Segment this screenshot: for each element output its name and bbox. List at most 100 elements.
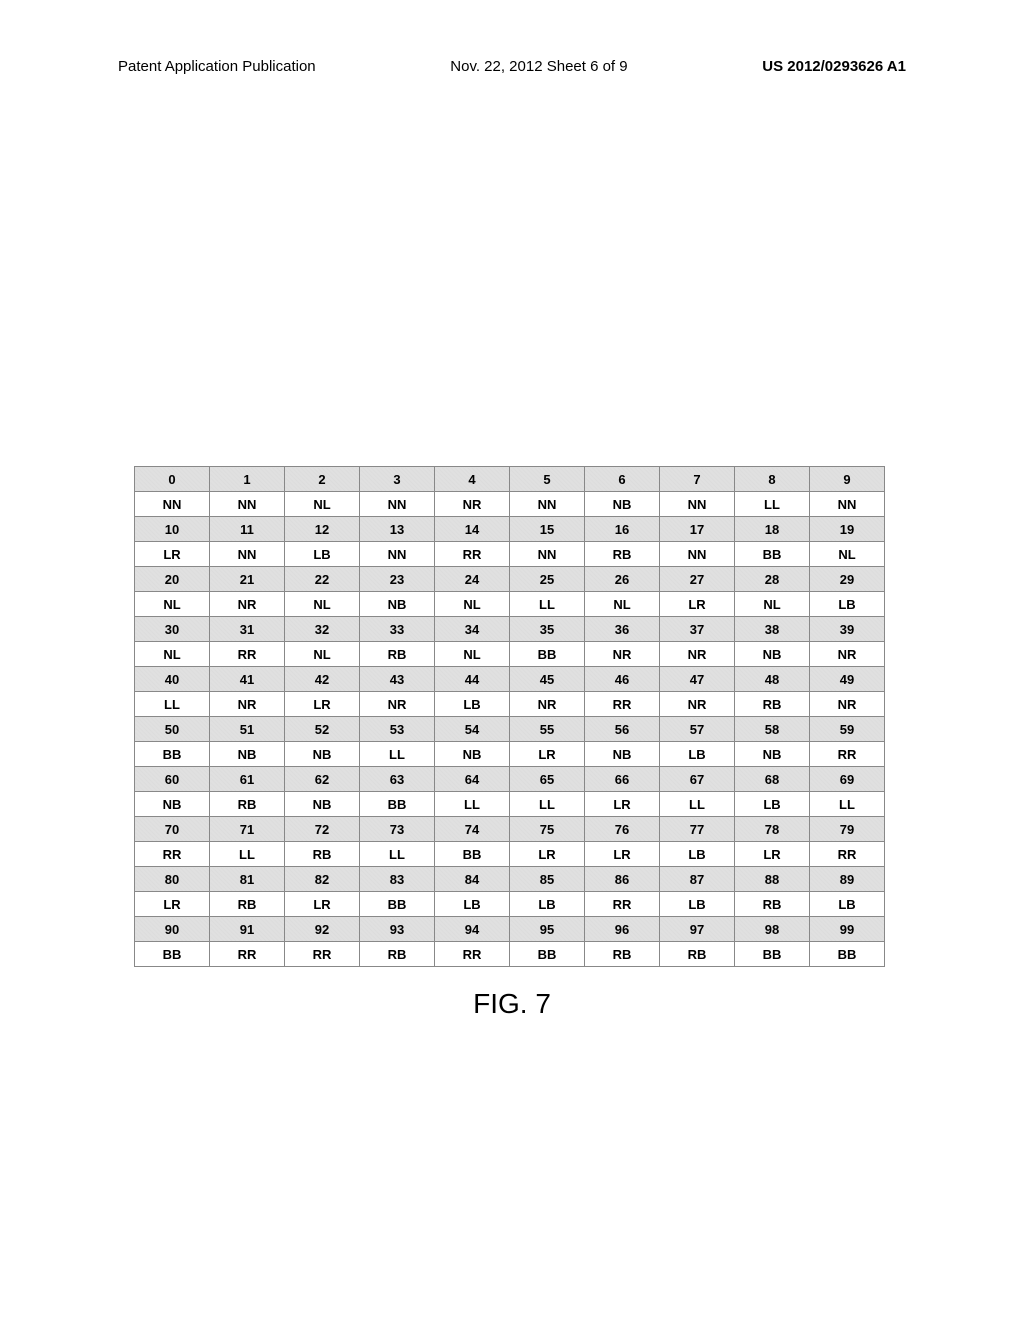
index-cell: 5: [510, 467, 585, 492]
index-cell: 66: [585, 767, 660, 792]
index-cell: 51: [210, 717, 285, 742]
value-cell: RB: [210, 792, 285, 817]
index-cell: 31: [210, 617, 285, 642]
value-cell: LB: [435, 692, 510, 717]
table-index-row: 20212223242526272829: [135, 567, 885, 592]
index-cell: 27: [660, 567, 735, 592]
value-cell: BB: [735, 942, 810, 967]
index-cell: 12: [285, 517, 360, 542]
value-cell: NN: [360, 492, 435, 517]
value-cell: RB: [360, 642, 435, 667]
value-cell: NB: [285, 742, 360, 767]
index-cell: 13: [360, 517, 435, 542]
index-cell: 50: [135, 717, 210, 742]
index-cell: 7: [660, 467, 735, 492]
index-cell: 81: [210, 867, 285, 892]
index-cell: 42: [285, 667, 360, 692]
index-cell: 68: [735, 767, 810, 792]
value-cell: RB: [285, 842, 360, 867]
value-cell: RR: [810, 842, 885, 867]
header-date-sheet: Nov. 22, 2012 Sheet 6 of 9: [450, 58, 627, 75]
index-cell: 15: [510, 517, 585, 542]
table-index-row: 30313233343536373839: [135, 617, 885, 642]
index-cell: 93: [360, 917, 435, 942]
value-cell: NL: [135, 642, 210, 667]
value-cell: LL: [510, 792, 585, 817]
index-cell: 59: [810, 717, 885, 742]
table-index-row: 40414243444546474849: [135, 667, 885, 692]
index-cell: 28: [735, 567, 810, 592]
index-cell: 38: [735, 617, 810, 642]
index-cell: 97: [660, 917, 735, 942]
index-cell: 10: [135, 517, 210, 542]
index-cell: 19: [810, 517, 885, 542]
value-cell: RB: [585, 942, 660, 967]
value-cell: NN: [210, 542, 285, 567]
figure-table: 0123456789NNNNNLNNNRNNNBNNLLNN1011121314…: [134, 466, 885, 967]
index-cell: 76: [585, 817, 660, 842]
index-cell: 65: [510, 767, 585, 792]
value-cell: RR: [585, 892, 660, 917]
index-cell: 82: [285, 867, 360, 892]
index-cell: 56: [585, 717, 660, 742]
table-value-row: LLNRLRNRLBNRRRNRRBNR: [135, 692, 885, 717]
value-cell: NL: [135, 592, 210, 617]
index-cell: 99: [810, 917, 885, 942]
value-cell: RB: [210, 892, 285, 917]
value-cell: LR: [285, 692, 360, 717]
value-cell: LR: [285, 892, 360, 917]
value-cell: BB: [435, 842, 510, 867]
value-cell: NL: [285, 592, 360, 617]
index-cell: 69: [810, 767, 885, 792]
data-table: 0123456789NNNNNLNNNRNNNBNNLLNN1011121314…: [134, 466, 885, 967]
index-cell: 22: [285, 567, 360, 592]
index-cell: 45: [510, 667, 585, 692]
index-cell: 62: [285, 767, 360, 792]
value-cell: BB: [360, 892, 435, 917]
index-cell: 18: [735, 517, 810, 542]
index-cell: 79: [810, 817, 885, 842]
value-cell: NB: [360, 592, 435, 617]
value-cell: RB: [735, 692, 810, 717]
value-cell: RR: [435, 942, 510, 967]
table-value-row: NLNRNLNBNLLLNLLRNLLB: [135, 592, 885, 617]
value-cell: LL: [510, 592, 585, 617]
value-cell: LR: [735, 842, 810, 867]
table-index-row: 10111213141516171819: [135, 517, 885, 542]
value-cell: NR: [435, 492, 510, 517]
index-cell: 64: [435, 767, 510, 792]
index-cell: 67: [660, 767, 735, 792]
value-cell: NB: [735, 742, 810, 767]
value-cell: NN: [510, 542, 585, 567]
index-cell: 98: [735, 917, 810, 942]
value-cell: NB: [285, 792, 360, 817]
value-cell: BB: [735, 542, 810, 567]
value-cell: RB: [735, 892, 810, 917]
table-index-row: 80818283848586878889: [135, 867, 885, 892]
value-cell: NR: [210, 692, 285, 717]
value-cell: LB: [810, 592, 885, 617]
value-cell: NR: [360, 692, 435, 717]
index-cell: 11: [210, 517, 285, 542]
index-cell: 55: [510, 717, 585, 742]
value-cell: NN: [510, 492, 585, 517]
value-cell: NR: [810, 642, 885, 667]
index-cell: 14: [435, 517, 510, 542]
index-cell: 32: [285, 617, 360, 642]
value-cell: BB: [510, 642, 585, 667]
table-value-row: NLRRNLRBNLBBNRNRNBNR: [135, 642, 885, 667]
index-cell: 75: [510, 817, 585, 842]
value-cell: NL: [810, 542, 885, 567]
index-cell: 36: [585, 617, 660, 642]
value-cell: LB: [810, 892, 885, 917]
index-cell: 72: [285, 817, 360, 842]
index-cell: 46: [585, 667, 660, 692]
value-cell: RR: [435, 542, 510, 567]
value-cell: LR: [585, 842, 660, 867]
index-cell: 48: [735, 667, 810, 692]
value-cell: NB: [585, 742, 660, 767]
value-cell: LL: [660, 792, 735, 817]
page-header: Patent Application Publication Nov. 22, …: [0, 58, 1024, 75]
index-cell: 29: [810, 567, 885, 592]
index-cell: 16: [585, 517, 660, 542]
